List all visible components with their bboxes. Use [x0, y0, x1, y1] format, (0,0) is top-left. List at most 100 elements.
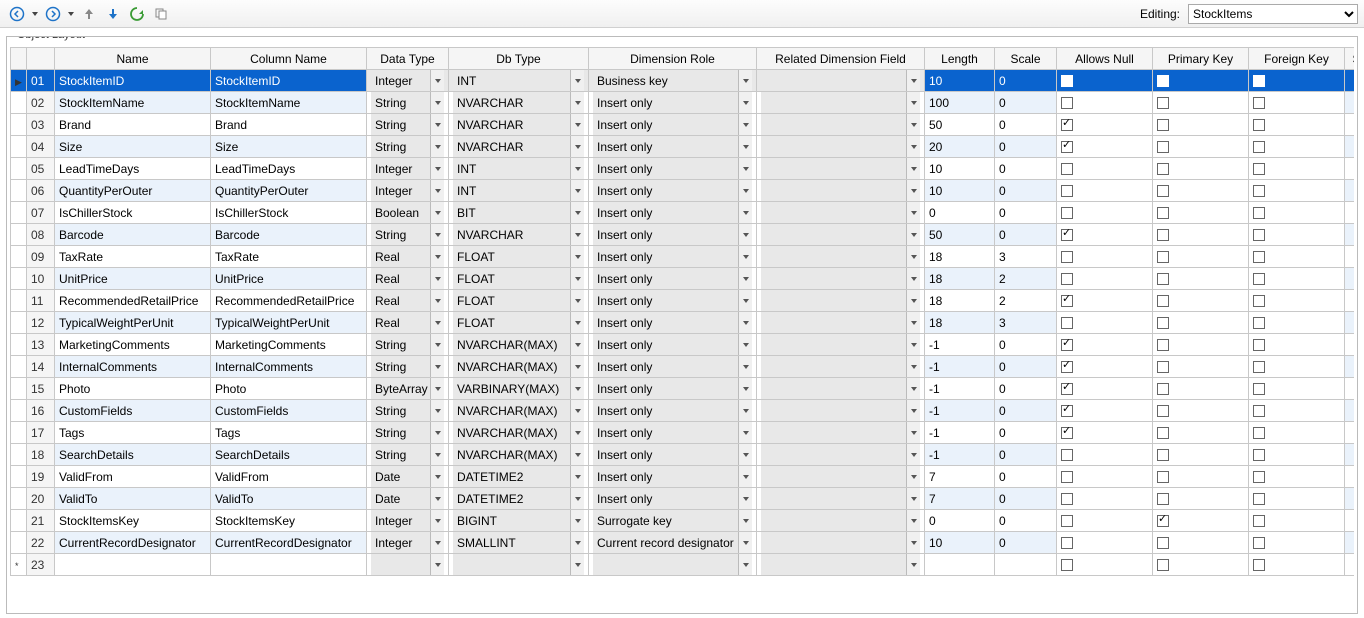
cell-scale[interactable]: 0: [995, 158, 1057, 180]
cell-sy[interactable]: [1345, 466, 1355, 488]
checkbox[interactable]: [1253, 119, 1265, 131]
checkbox[interactable]: [1157, 471, 1169, 483]
cell-dimrole[interactable]: Insert only: [589, 444, 757, 466]
header-scale[interactable]: Scale: [995, 48, 1057, 70]
cell-column-name[interactable]: MarketingComments: [211, 334, 367, 356]
table-row[interactable]: 15PhotoPhotoByteArrayVARBINARY(MAX)Inser…: [11, 378, 1355, 400]
cell-primary-key[interactable]: [1153, 378, 1249, 400]
cell-sy[interactable]: [1345, 312, 1355, 334]
cell-allows-null[interactable]: [1057, 466, 1153, 488]
cell-dbtype[interactable]: NVARCHAR: [449, 136, 589, 158]
checkbox[interactable]: [1157, 229, 1169, 241]
table-row[interactable]: 12TypicalWeightPerUnitTypicalWeightPerUn…: [11, 312, 1355, 334]
cell-scale[interactable]: 0: [995, 70, 1057, 92]
cell-column-name[interactable]: InternalComments: [211, 356, 367, 378]
cell-primary-key[interactable]: [1153, 334, 1249, 356]
table-row[interactable]: ▶01StockItemIDStockItemIDIntegerINTBusin…: [11, 70, 1355, 92]
cell-datatype[interactable]: [367, 554, 449, 576]
cell-dimrole[interactable]: Insert only: [589, 224, 757, 246]
checkbox[interactable]: [1157, 141, 1169, 153]
checkbox[interactable]: [1253, 515, 1265, 527]
cell-dimrole[interactable]: Insert only: [589, 268, 757, 290]
header-name[interactable]: Name: [55, 48, 211, 70]
cell-name[interactable]: InternalComments: [55, 356, 211, 378]
table-row[interactable]: 14InternalCommentsInternalCommentsString…: [11, 356, 1355, 378]
cell-dimrole[interactable]: Insert only: [589, 158, 757, 180]
cell-reldim[interactable]: [757, 202, 925, 224]
checkbox[interactable]: [1157, 207, 1169, 219]
table-row[interactable]: 22CurrentRecordDesignatorCurrentRecordDe…: [11, 532, 1355, 554]
cell-allows-null[interactable]: [1057, 400, 1153, 422]
cell-dbtype[interactable]: NVARCHAR(MAX): [449, 400, 589, 422]
cell-foreign-key[interactable]: [1249, 334, 1345, 356]
cell-foreign-key[interactable]: [1249, 422, 1345, 444]
checkbox[interactable]: [1253, 185, 1265, 197]
cell-dbtype[interactable]: NVARCHAR(MAX): [449, 334, 589, 356]
table-row[interactable]: 18SearchDetailsSearchDetailsStringNVARCH…: [11, 444, 1355, 466]
cell-dimrole[interactable]: Insert only: [589, 136, 757, 158]
cell-dimrole[interactable]: Insert only: [589, 246, 757, 268]
cell-name[interactable]: TaxRate: [55, 246, 211, 268]
cell-foreign-key[interactable]: [1249, 180, 1345, 202]
checkbox[interactable]: [1157, 427, 1169, 439]
checkbox[interactable]: [1253, 273, 1265, 285]
cell-sy[interactable]: [1345, 92, 1355, 114]
cell-column-name[interactable]: TaxRate: [211, 246, 367, 268]
cell-dimrole[interactable]: Insert only: [589, 466, 757, 488]
cell-column-name[interactable]: StockItemsKey: [211, 510, 367, 532]
cell-dbtype[interactable]: VARBINARY(MAX): [449, 378, 589, 400]
cell-reldim[interactable]: [757, 290, 925, 312]
nav-down-button[interactable]: [102, 3, 124, 25]
cell-datatype[interactable]: Real: [367, 268, 449, 290]
cell-datatype[interactable]: String: [367, 92, 449, 114]
cell-name[interactable]: StockItemID: [55, 70, 211, 92]
cell-name[interactable]: UnitPrice: [55, 268, 211, 290]
cell-length[interactable]: 18: [925, 312, 995, 334]
cell-dimrole[interactable]: Business key: [589, 70, 757, 92]
cell-length[interactable]: 18: [925, 246, 995, 268]
checkbox[interactable]: [1061, 141, 1073, 153]
checkbox[interactable]: [1061, 273, 1073, 285]
table-row[interactable]: 17TagsTagsStringNVARCHAR(MAX)Insert only…: [11, 422, 1355, 444]
cell-dimrole[interactable]: Insert only: [589, 488, 757, 510]
cell-datatype[interactable]: ByteArray: [367, 378, 449, 400]
cell-allows-null[interactable]: [1057, 92, 1153, 114]
checkbox[interactable]: [1253, 405, 1265, 417]
checkbox[interactable]: [1253, 251, 1265, 263]
checkbox[interactable]: [1253, 493, 1265, 505]
cell-sy[interactable]: [1345, 532, 1355, 554]
cell-reldim[interactable]: [757, 444, 925, 466]
cell-datatype[interactable]: Date: [367, 488, 449, 510]
cell-dbtype[interactable]: SMALLINT: [449, 532, 589, 554]
cell-allows-null[interactable]: [1057, 158, 1153, 180]
cell-allows-null[interactable]: [1057, 224, 1153, 246]
cell-datatype[interactable]: String: [367, 444, 449, 466]
cell-foreign-key[interactable]: [1249, 136, 1345, 158]
checkbox[interactable]: [1061, 559, 1073, 571]
cell-allows-null[interactable]: [1057, 510, 1153, 532]
nav-forward-button[interactable]: [42, 3, 64, 25]
table-row[interactable]: 10UnitPriceUnitPriceRealFLOATInsert only…: [11, 268, 1355, 290]
table-row[interactable]: 21StockItemsKeyStockItemsKeyIntegerBIGIN…: [11, 510, 1355, 532]
cell-allows-null[interactable]: [1057, 290, 1153, 312]
cell-foreign-key[interactable]: [1249, 158, 1345, 180]
cell-reldim[interactable]: [757, 70, 925, 92]
cell-foreign-key[interactable]: [1249, 202, 1345, 224]
cell-name[interactable]: ValidFrom: [55, 466, 211, 488]
cell-foreign-key[interactable]: [1249, 378, 1345, 400]
cell-name[interactable]: CustomFields: [55, 400, 211, 422]
cell-allows-null[interactable]: [1057, 246, 1153, 268]
cell-name[interactable]: Barcode: [55, 224, 211, 246]
checkbox[interactable]: [1061, 405, 1073, 417]
cell-column-name[interactable]: RecommendedRetailPrice: [211, 290, 367, 312]
checkbox[interactable]: [1061, 97, 1073, 109]
header-data-type[interactable]: Data Type: [367, 48, 449, 70]
cell-datatype[interactable]: Integer: [367, 532, 449, 554]
cell-foreign-key[interactable]: [1249, 268, 1345, 290]
cell-primary-key[interactable]: [1153, 312, 1249, 334]
checkbox[interactable]: [1157, 295, 1169, 307]
cell-dimrole[interactable]: Surrogate key: [589, 510, 757, 532]
cell-dimrole[interactable]: Insert only: [589, 400, 757, 422]
cell-allows-null[interactable]: [1057, 532, 1153, 554]
checkbox[interactable]: [1157, 405, 1169, 417]
